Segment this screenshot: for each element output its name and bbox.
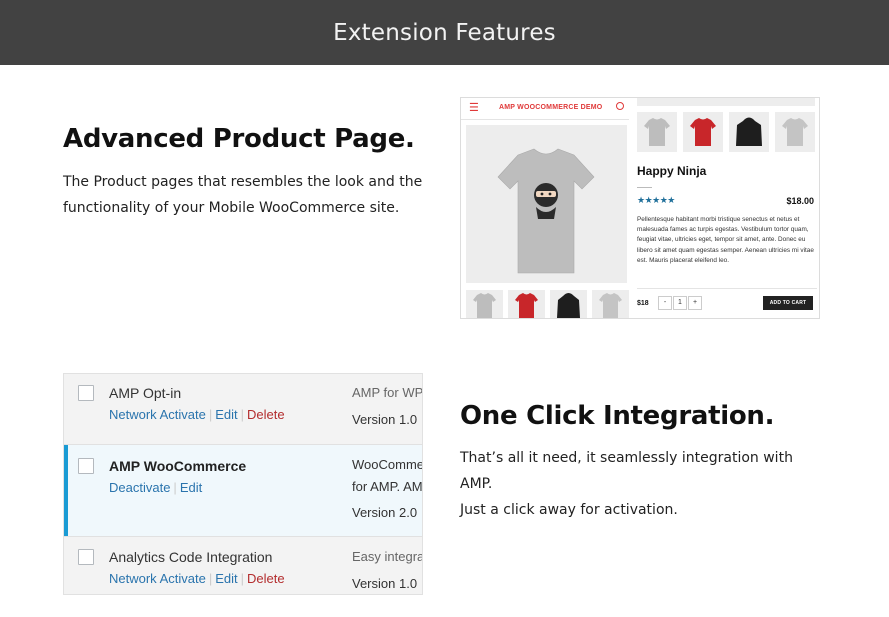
edit-link[interactable]: Edit <box>215 407 237 422</box>
tshirt-icon <box>782 118 808 146</box>
product-thumbnail[interactable] <box>466 290 503 318</box>
related-product-thumbnail[interactable] <box>729 112 769 152</box>
related-product-thumbnail[interactable] <box>637 112 677 152</box>
related-product-thumbnail[interactable] <box>775 112 815 152</box>
edit-link[interactable]: Edit <box>215 571 237 586</box>
plugin-checkbox[interactable] <box>78 458 94 474</box>
page-header: Extension Features <box>0 0 889 65</box>
product-thumbnail[interactable] <box>592 290 629 318</box>
tshirt-icon <box>690 118 716 146</box>
plugin-checkbox[interactable] <box>78 385 94 401</box>
tshirt-icon <box>473 293 496 318</box>
feature-title-one-click: One Click Integration. <box>460 401 775 431</box>
divider <box>637 187 652 188</box>
delete-link[interactable]: Delete <box>247 407 285 422</box>
plugin-description: Easy integra <box>352 549 423 564</box>
product-page-screenshot: ☰ AMP WOOCOMMERCE DEMO Happy Ninja ★★★★★… <box>460 97 820 319</box>
plugin-version: Version 2.0 <box>352 505 418 520</box>
tshirt-image <box>497 148 595 274</box>
plugin-name: AMP Opt-in <box>109 385 182 401</box>
quantity-minus-button[interactable]: - <box>658 296 672 310</box>
page-title: Extension Features <box>333 19 556 46</box>
hoodie-icon <box>736 117 762 146</box>
plugin-actions: Network Activate | Edit | Delete <box>109 571 285 586</box>
tshirt-icon <box>644 118 670 146</box>
rating-stars: ★★★★★ <box>637 195 675 205</box>
divider <box>637 288 817 289</box>
plugin-name: AMP WooCommerce <box>109 458 247 474</box>
plugin-row: AMP Opt-in Network Activate | Edit | Delete … <box>64 374 423 444</box>
feature-description-one-click: That’s all it need, it seamlessly integr… <box>460 445 793 523</box>
plugin-checkbox[interactable] <box>78 549 94 565</box>
plugin-version: Version 1.0 <box>352 576 418 591</box>
mock-topbar: ☰ AMP WOOCOMMERCE DEMO <box>461 98 629 120</box>
network-activate-link[interactable]: Network Activate <box>109 407 206 422</box>
plugins-list-screenshot: AMP Opt-in Network Activate | Edit | Delete … <box>63 373 423 595</box>
plugin-description-line: for AMP. AMP <box>352 479 423 494</box>
mock-brand: AMP WOOCOMMERCE DEMO <box>499 104 603 111</box>
product-thumbnails <box>466 290 631 318</box>
hoodie-icon <box>557 293 580 318</box>
feature-description-line: AMP. <box>460 476 493 492</box>
delete-link[interactable]: Delete <box>247 571 285 586</box>
related-product-thumbnail[interactable] <box>683 112 723 152</box>
product-name: Happy Ninja <box>637 164 707 178</box>
plugin-description-line: WooCommerce <box>352 457 423 472</box>
feature-title-product-page: Advanced Product Page. <box>63 124 415 154</box>
hamburger-menu-icon: ☰ <box>469 102 479 114</box>
related-product-thumbnails <box>637 112 817 152</box>
tshirt-icon <box>599 293 622 318</box>
plugin-row: Analytics Code Integration Network Activ… <box>64 537 423 594</box>
search-icon <box>616 102 624 110</box>
product-thumbnail[interactable] <box>508 290 545 318</box>
product-thumbnail[interactable] <box>550 290 587 318</box>
add-to-cart-button[interactable]: ADD TO CART <box>763 296 813 310</box>
feature-description-product-page: The Product pages that resembles the loo… <box>63 169 422 221</box>
tshirt-icon <box>515 293 538 318</box>
product-main-image <box>466 125 627 283</box>
plugin-description: WooCommerce for AMP. AMP <box>352 454 423 498</box>
product-description: Pellentesque habitant morbi tristique se… <box>637 216 814 264</box>
plugin-actions: Deactivate | Edit <box>109 480 203 495</box>
quantity-input[interactable]: 1 <box>673 296 687 310</box>
mock-top-strip <box>637 98 815 106</box>
cart-price: $18 <box>637 300 649 307</box>
feature-description-line: The Product pages that resembles the loo… <box>63 174 423 190</box>
plugin-version: Version 1.0 <box>352 412 418 427</box>
feature-description-line: functionality of your Mobile WooCommerce… <box>63 200 400 216</box>
deactivate-link[interactable]: Deactivate <box>109 480 170 495</box>
plugin-name: Analytics Code Integration <box>109 549 273 565</box>
plugin-row-active: AMP WooCommerce Deactivate | Edit WooComme… <box>64 445 423 536</box>
plugin-actions: Network Activate | Edit | Delete <box>109 407 285 422</box>
network-activate-link[interactable]: Network Activate <box>109 571 206 586</box>
plugin-description: AMP for WP <box>352 385 423 400</box>
feature-description-line: Just a click away for activation. <box>460 502 678 518</box>
edit-link[interactable]: Edit <box>180 480 202 495</box>
quantity-plus-button[interactable]: + <box>688 296 702 310</box>
product-price: $18.00 <box>786 196 814 206</box>
feature-description-line: That’s all it need, it seamlessly integr… <box>460 450 793 466</box>
